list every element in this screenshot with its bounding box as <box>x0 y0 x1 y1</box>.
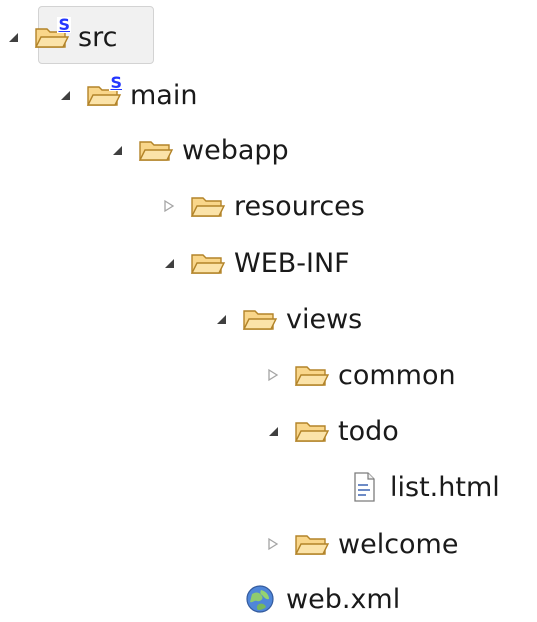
tree-item-label: views <box>286 303 363 335</box>
tree-item-label: main <box>130 79 198 111</box>
folder-icon <box>242 301 278 337</box>
tree-item-web-xml[interactable]: web.xml <box>212 576 400 622</box>
tree-item-label: resources <box>234 190 365 222</box>
expanded-triangle-icon[interactable] <box>108 141 126 159</box>
tree-item-label: WEB-INF <box>234 247 350 279</box>
tree-item-label: todo <box>338 415 399 447</box>
source-badge: S <box>57 15 71 34</box>
folder-icon <box>138 132 174 168</box>
source-folder-icon: S <box>86 73 123 113</box>
tree-item-label: common <box>338 359 456 391</box>
tree-item-main[interactable]: S main <box>56 72 197 118</box>
tree-item-web-inf[interactable]: WEB-INF <box>160 240 350 286</box>
tree-item-views[interactable]: views <box>212 296 362 342</box>
tree-item-common[interactable]: common <box>264 352 456 398</box>
collapsed-triangle-icon[interactable] <box>264 366 282 384</box>
expanded-triangle-icon[interactable] <box>212 310 230 328</box>
tree-item-label: web.xml <box>286 583 401 615</box>
tree-item-resources[interactable]: resources <box>160 183 365 229</box>
expanded-triangle-icon[interactable] <box>160 254 178 272</box>
folder-icon <box>294 357 330 393</box>
collapsed-triangle-icon[interactable] <box>264 535 282 553</box>
tree-item-todo[interactable]: todo <box>264 408 399 454</box>
expanded-triangle-icon[interactable] <box>56 86 74 104</box>
globe-xml-icon <box>242 581 278 617</box>
folder-icon <box>294 413 330 449</box>
tree-item-webapp[interactable]: webapp <box>108 127 289 173</box>
tree-item-src[interactable]: S src <box>4 14 117 60</box>
tree-item-label: src <box>78 21 118 53</box>
folder-icon <box>190 245 226 281</box>
tree-item-list-html[interactable]: list.html <box>316 464 500 510</box>
tree-item-label: list.html <box>390 471 500 503</box>
expanded-triangle-icon[interactable] <box>264 422 282 440</box>
html-file-icon <box>346 469 382 505</box>
collapsed-triangle-icon[interactable] <box>160 197 178 215</box>
tree-item-welcome[interactable]: welcome <box>264 521 458 567</box>
expanded-triangle-icon[interactable] <box>4 28 22 46</box>
tree-item-label: webapp <box>182 134 289 166</box>
project-explorer-tree: S src S main webapp resources WEB-INF vi… <box>0 0 537 613</box>
folder-icon <box>190 188 226 224</box>
source-folder-icon: S <box>34 15 71 55</box>
folder-icon <box>294 526 330 562</box>
empty-toggle-space <box>316 478 334 496</box>
tree-item-label: welcome <box>338 528 459 560</box>
empty-toggle-space <box>212 590 230 608</box>
source-badge: S <box>109 73 123 92</box>
